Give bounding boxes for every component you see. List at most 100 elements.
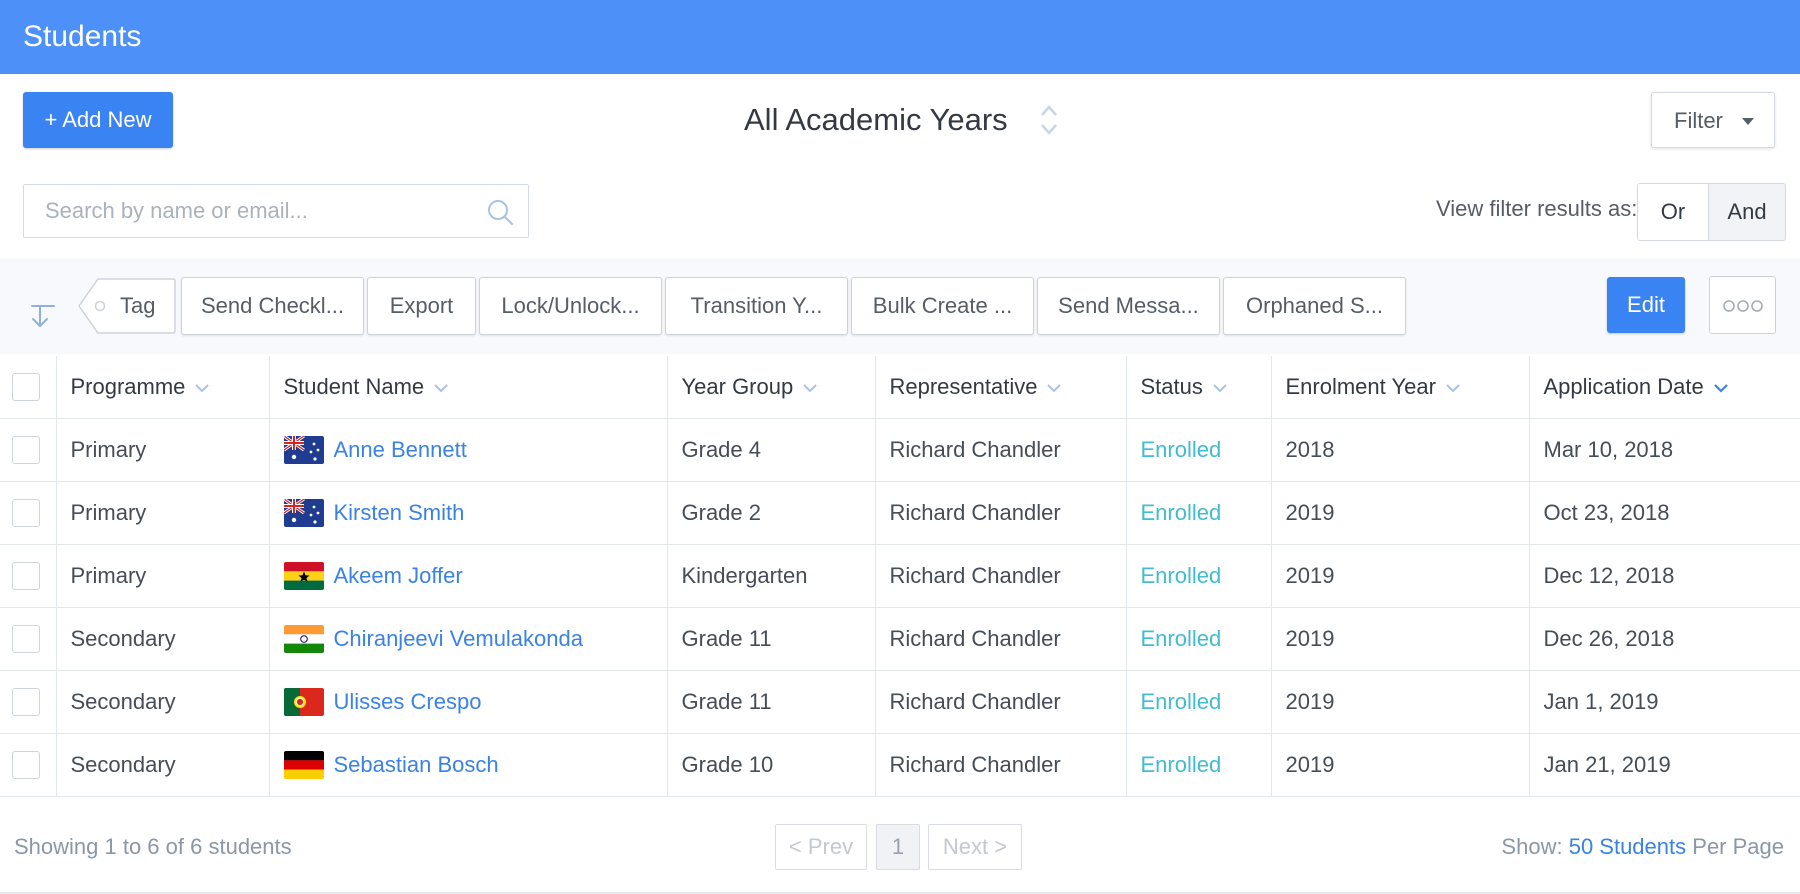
germany-flag-icon (283, 750, 324, 779)
caret-down-icon (1742, 118, 1754, 125)
australia-flag-icon (283, 498, 324, 527)
year-group-cell: Grade 11 (666, 670, 875, 734)
row-checkbox[interactable] (12, 624, 40, 653)
row-checkbox[interactable] (12, 561, 40, 590)
student-name-cell: Kirsten Smith (268, 481, 667, 545)
orphaned-students-button[interactable]: Orphaned S... (1223, 277, 1406, 335)
row-checkbox[interactable] (12, 687, 40, 716)
status-badge: Enrolled (1140, 688, 1222, 714)
column-header-student-name[interactable]: Student Name (268, 356, 667, 419)
column-header-enrolment-year[interactable]: Enrolment Year (1270, 356, 1529, 419)
application-date-cell: Jan 1, 2019 (1528, 670, 1800, 734)
column-header-status[interactable]: Status (1125, 356, 1271, 419)
representative-cell: Richard Chandler (874, 670, 1126, 734)
table-row[interactable]: Primary Akeem Joffer Kindergarten Richard C… (0, 544, 1800, 608)
application-date-cell: Dec 12, 2018 (1528, 544, 1800, 608)
send-checklist-button[interactable]: Send Checkl... (181, 277, 364, 335)
student-name-link[interactable]: Anne Bennett (334, 437, 467, 463)
per-page-value-link[interactable]: 50 Students (1569, 834, 1686, 859)
table-row[interactable]: Primary Kirsten Smith Grade 2 Richard Chand… (0, 481, 1800, 545)
academic-year-label: All Academic Years (744, 102, 1008, 137)
student-name-link[interactable]: Sebastian Bosch (334, 752, 499, 778)
bulk-create-button[interactable]: Bulk Create ... (851, 277, 1034, 335)
representative-cell: Richard Chandler (874, 544, 1126, 608)
transition-year-button[interactable]: Transition Y... (665, 277, 848, 335)
table-row[interactable]: Primary Anne Bennett Grade 4 Richard Chandl… (0, 418, 1800, 482)
and-toggle-button[interactable]: And (1709, 184, 1785, 240)
send-message-button[interactable]: Send Messa... (1037, 277, 1220, 335)
student-name-cell: Anne Bennett (268, 418, 667, 482)
next-page-button[interactable]: Next > (928, 824, 1022, 870)
student-name-link[interactable]: Chiranjeevi Vemulakonda (334, 626, 584, 652)
column-header-application-date[interactable]: Application Date (1528, 356, 1800, 419)
add-new-button[interactable]: + Add New (23, 92, 173, 148)
search-icon[interactable] (486, 198, 514, 226)
status-badge: Enrolled (1140, 751, 1222, 777)
search-box (23, 184, 529, 238)
per-page-suffix: Per Page (1692, 834, 1784, 859)
page-title-bar: Students (0, 0, 1800, 74)
representative-cell: Richard Chandler (874, 607, 1126, 671)
year-group-cell: Kindergarten (666, 544, 875, 608)
table-row[interactable]: Secondary Chiranjeevi Vemulakonda Grade 11… (0, 607, 1800, 671)
application-date-cell: Oct 23, 2018 (1528, 481, 1800, 545)
filter-dropdown-button[interactable]: Filter (1651, 92, 1775, 148)
table-row[interactable]: Secondary Ulisses Crespo Grade 11 Richard C… (0, 670, 1800, 734)
programme-cell: Primary (55, 544, 269, 608)
application-date-cell: Jan 21, 2019 (1528, 733, 1800, 797)
tag-label: Tag (120, 293, 156, 318)
prev-page-button[interactable]: < Prev (775, 824, 867, 870)
status-badge: Enrolled (1140, 625, 1222, 651)
column-header-programme[interactable]: Programme (55, 356, 269, 419)
sort-arrow-icon[interactable] (28, 300, 58, 330)
status-cell: Enrolled (1125, 544, 1271, 608)
lock-unlock-button[interactable]: Lock/Unlock... (479, 277, 662, 335)
programme-cell: Secondary (55, 607, 269, 671)
edit-button[interactable]: Edit (1607, 277, 1685, 333)
enrolment-year-cell: 2019 (1270, 733, 1529, 797)
filter-logic-toggle: Or And (1637, 183, 1786, 241)
export-button[interactable]: Export (367, 277, 476, 335)
chevron-down-icon (434, 384, 448, 393)
up-down-chevron-icon[interactable] (1038, 101, 1060, 139)
more-options-button[interactable] (1709, 276, 1776, 334)
ghana-flag-icon (283, 561, 324, 590)
chevron-down-icon (195, 384, 210, 393)
row-select-cell (0, 418, 56, 482)
row-checkbox[interactable] (12, 435, 40, 464)
student-name-cell: Chiranjeevi Vemulakonda (268, 607, 667, 671)
table-row[interactable]: Secondary Sebastian Bosch Grade 10 Richard … (0, 733, 1800, 797)
select-all-checkbox[interactable] (12, 372, 40, 401)
row-select-cell (0, 670, 56, 734)
status-cell: Enrolled (1125, 733, 1271, 797)
representative-cell: Richard Chandler (874, 733, 1126, 797)
enrolment-year-cell: 2019 (1270, 607, 1529, 671)
row-select-cell (0, 544, 56, 608)
academic-year-selector[interactable]: All Academic Years (744, 98, 1060, 142)
chevron-down-icon (1446, 384, 1460, 393)
row-checkbox[interactable] (12, 750, 40, 779)
search-input[interactable] (43, 185, 487, 237)
enrolment-year-cell: 2019 (1270, 670, 1529, 734)
year-group-cell: Grade 10 (666, 733, 875, 797)
table-header-row: Programme Student Name Year Group Repres… (0, 356, 1800, 419)
status-cell: Enrolled (1125, 481, 1271, 545)
row-checkbox[interactable] (12, 498, 40, 527)
select-all-cell (0, 356, 56, 419)
australia-flag-icon (283, 435, 324, 464)
representative-cell: Richard Chandler (874, 481, 1126, 545)
student-name-link[interactable]: Akeem Joffer (334, 563, 463, 589)
student-name-link[interactable]: Kirsten Smith (334, 500, 465, 526)
page-number-button[interactable]: 1 (876, 824, 920, 870)
student-name-link[interactable]: Ulisses Crespo (334, 689, 482, 715)
or-toggle-button[interactable]: Or (1638, 184, 1709, 240)
status-badge: Enrolled (1140, 499, 1222, 525)
status-cell: Enrolled (1125, 418, 1271, 482)
column-header-year-group[interactable]: Year Group (666, 356, 875, 419)
row-select-cell (0, 607, 56, 671)
column-header-representative[interactable]: Representative (874, 356, 1126, 419)
page-title: Students (23, 20, 142, 53)
programme-cell: Secondary (55, 733, 269, 797)
chevron-down-icon (1213, 384, 1227, 393)
more-dots-icon (1723, 300, 1763, 312)
